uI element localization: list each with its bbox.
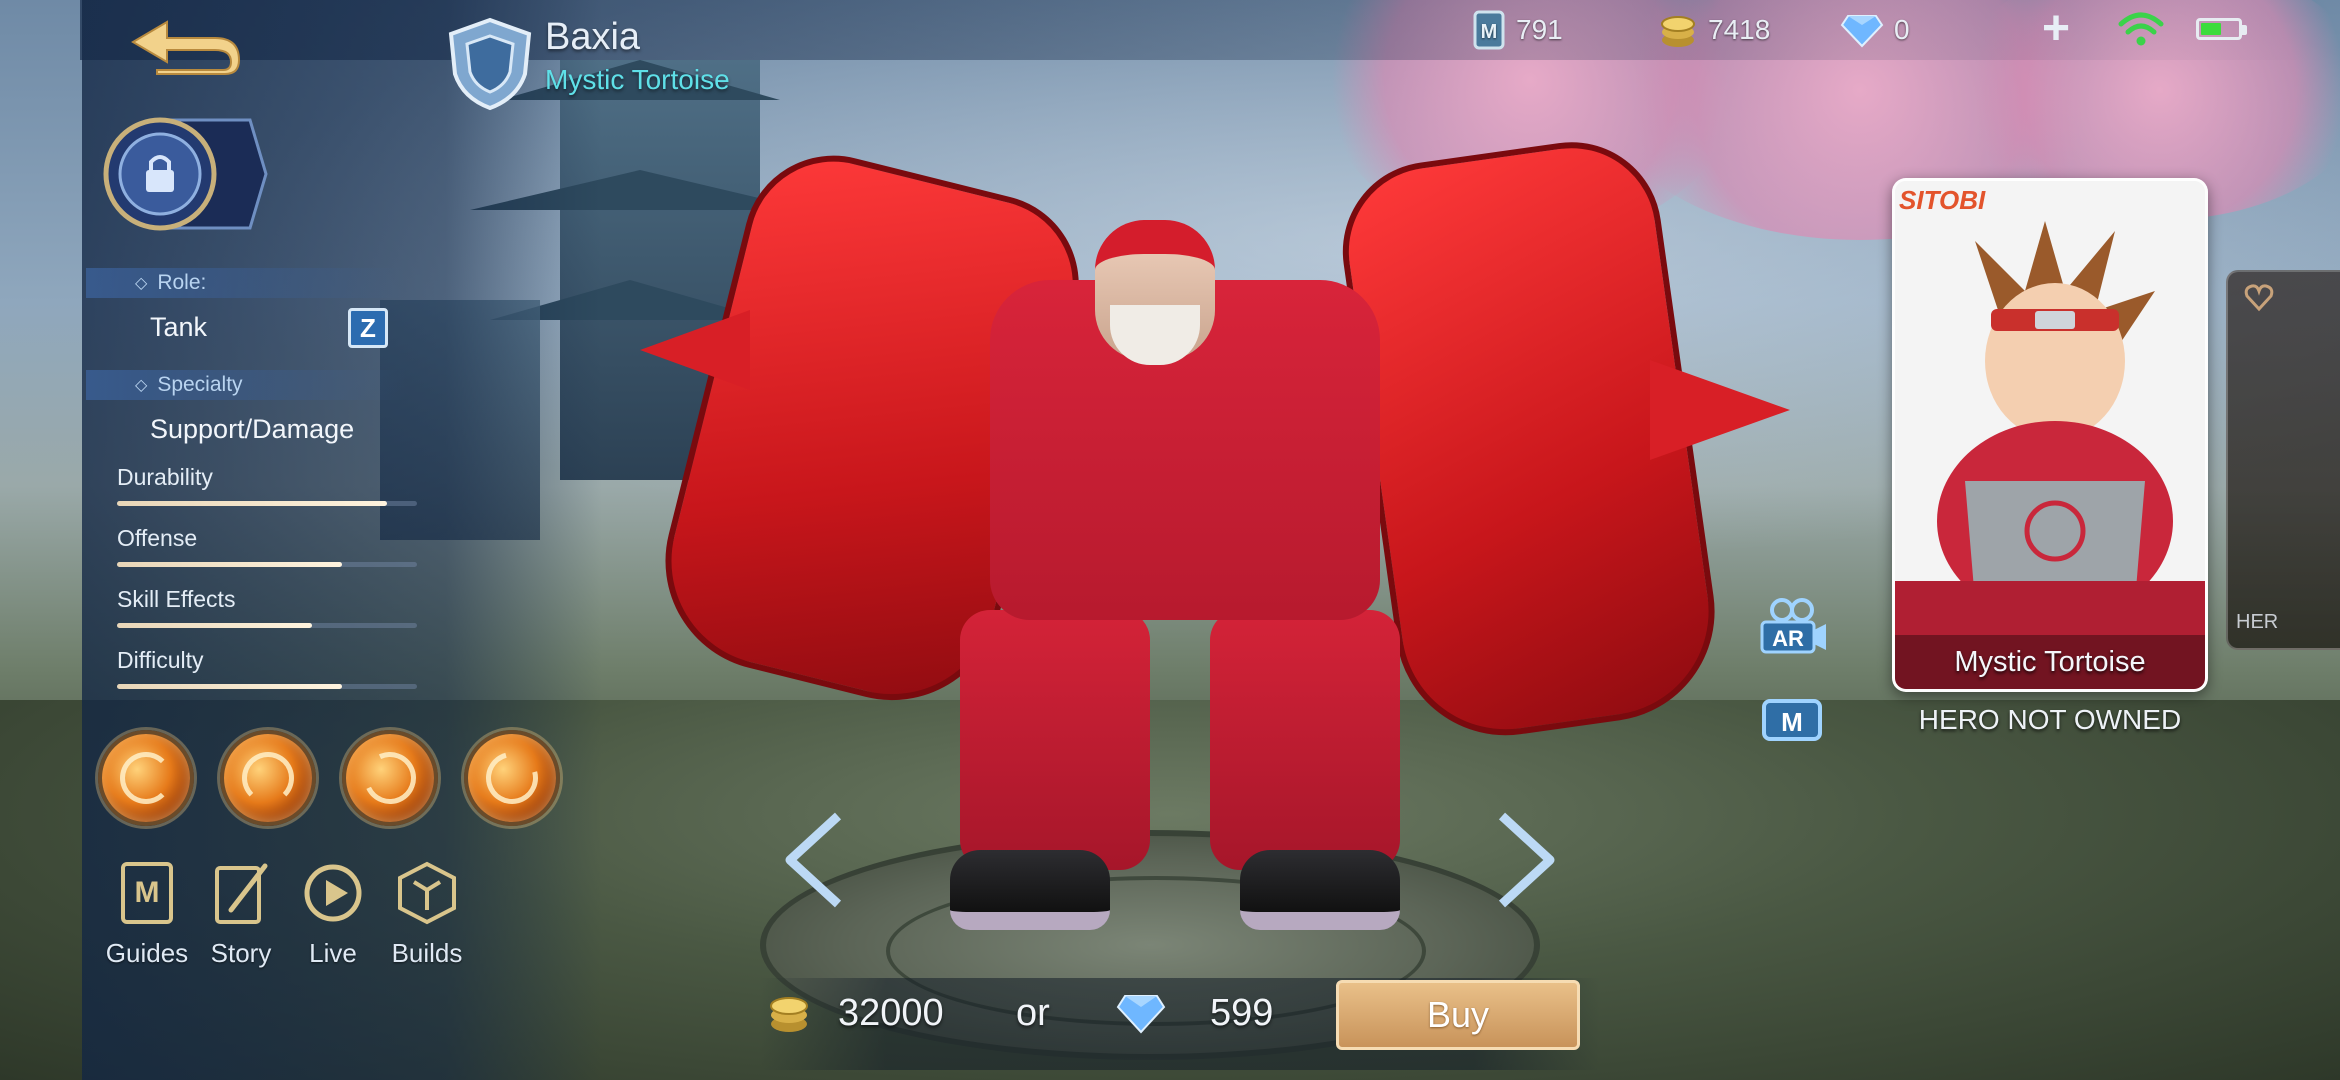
stat-skill-effects: Skill Effects — [117, 586, 417, 628]
skin-card-portrait: SITOBI — [1895, 181, 2205, 689]
specialty-header-strip — [86, 370, 406, 400]
ticket-icon: M — [1473, 10, 1505, 50]
svg-text:SITOBI: SITOBI — [1899, 185, 1986, 215]
diamond-bullet-icon: ◇ — [135, 275, 148, 292]
svg-text:M: M — [135, 876, 160, 909]
diamond-counter[interactable]: 0 — [1840, 8, 1910, 52]
guides-icon: M — [121, 862, 173, 924]
hero-name: Baxia — [545, 16, 641, 58]
battle-point-coin-icon — [1661, 16, 1695, 47]
top-bar — [80, 0, 2340, 60]
specialty-label: ◇ Specialty — [135, 373, 243, 397]
skin-card-next[interactable]: HER — [2226, 270, 2340, 650]
stat-durability: Durability — [117, 464, 417, 506]
battle-points-counter[interactable]: 7418 — [1658, 8, 1770, 52]
price-separator: or — [1016, 992, 1050, 1034]
stat-label: Durability — [117, 464, 213, 490]
stat-bar — [117, 562, 342, 567]
class-shield-icon — [448, 17, 532, 111]
diamond-icon — [1116, 995, 1166, 1034]
role-label: ◇ Role: — [135, 271, 206, 295]
ticket-counter[interactable]: M 791 — [1472, 8, 1563, 52]
stat-bar — [117, 501, 387, 506]
locked-hero-emblem-icon — [103, 117, 268, 231]
skin-card-selected[interactable]: SITOBI Mystic Tortoise — [1892, 178, 2208, 692]
stat-label: Offense — [117, 525, 198, 551]
diamond-amount: 0 — [1894, 14, 1910, 45]
stat-label: Difficulty — [117, 647, 204, 673]
tank-role-icon: Z — [348, 308, 388, 348]
ultimate-skill-icon[interactable] — [464, 730, 560, 826]
skin-card-name: Mystic Tortoise — [1954, 646, 2146, 678]
previous-skin-arrow-icon[interactable] — [780, 810, 850, 910]
next-skin-arrow-icon[interactable] — [1490, 810, 1560, 910]
ticket-amount: 791 — [1516, 14, 1563, 45]
stat-bar — [117, 623, 312, 628]
diamond-price: 599 — [1210, 992, 1274, 1034]
battery-icon — [2196, 18, 2247, 40]
role-header-strip — [86, 268, 406, 298]
role-value: Tank — [150, 312, 208, 342]
bp-price: 32000 — [838, 992, 944, 1034]
stat-bar — [117, 684, 342, 689]
stat-difficulty: Difficulty — [117, 647, 417, 689]
ar-view-button[interactable]: AR — [1756, 596, 1828, 656]
svg-text:M: M — [1781, 707, 1803, 737]
passive-skill-icon[interactable] — [98, 730, 194, 826]
stat-label: Skill Effects — [117, 586, 236, 612]
builds-button[interactable]: Builds — [372, 860, 482, 969]
skill-2-icon[interactable] — [342, 730, 438, 826]
skill-1-icon[interactable] — [220, 730, 316, 826]
battle-point-coin-icon — [770, 997, 808, 1032]
diamond-bullet-icon: ◇ — [135, 377, 148, 394]
top-up-button[interactable]: + — [2036, 5, 2076, 53]
buy-button[interactable]: Buy — [1336, 980, 1580, 1050]
live-icon — [304, 864, 362, 922]
wifi-icon — [2118, 12, 2164, 46]
next-card-caption: HER — [2236, 611, 2279, 633]
svg-text:AR: AR — [1772, 626, 1804, 651]
hero-skin-name: Mystic Tortoise — [545, 64, 730, 95]
specialty-value: Support/Damage — [150, 414, 355, 444]
back-button[interactable] — [120, 14, 250, 78]
role-label-text: Role: — [157, 271, 207, 294]
diamond-icon — [1840, 15, 1884, 48]
stat-offense: Offense — [117, 525, 417, 567]
back-arrow-icon — [131, 20, 241, 75]
ar-camera-icon: AR — [1760, 598, 1826, 654]
ownership-status: HERO NOT OWNED — [1918, 704, 2182, 735]
builds-label: Builds — [391, 938, 463, 968]
svg-text:M: M — [1481, 21, 1498, 43]
heart-icon — [2244, 284, 2274, 312]
builds-icon — [398, 861, 456, 925]
hero-showcase-button[interactable]: M — [1756, 690, 1828, 750]
specialty-label-text: Specialty — [157, 373, 243, 396]
showcase-icon: M — [1762, 699, 1822, 741]
story-icon — [215, 863, 268, 924]
battle-points-amount: 7418 — [1708, 14, 1771, 45]
